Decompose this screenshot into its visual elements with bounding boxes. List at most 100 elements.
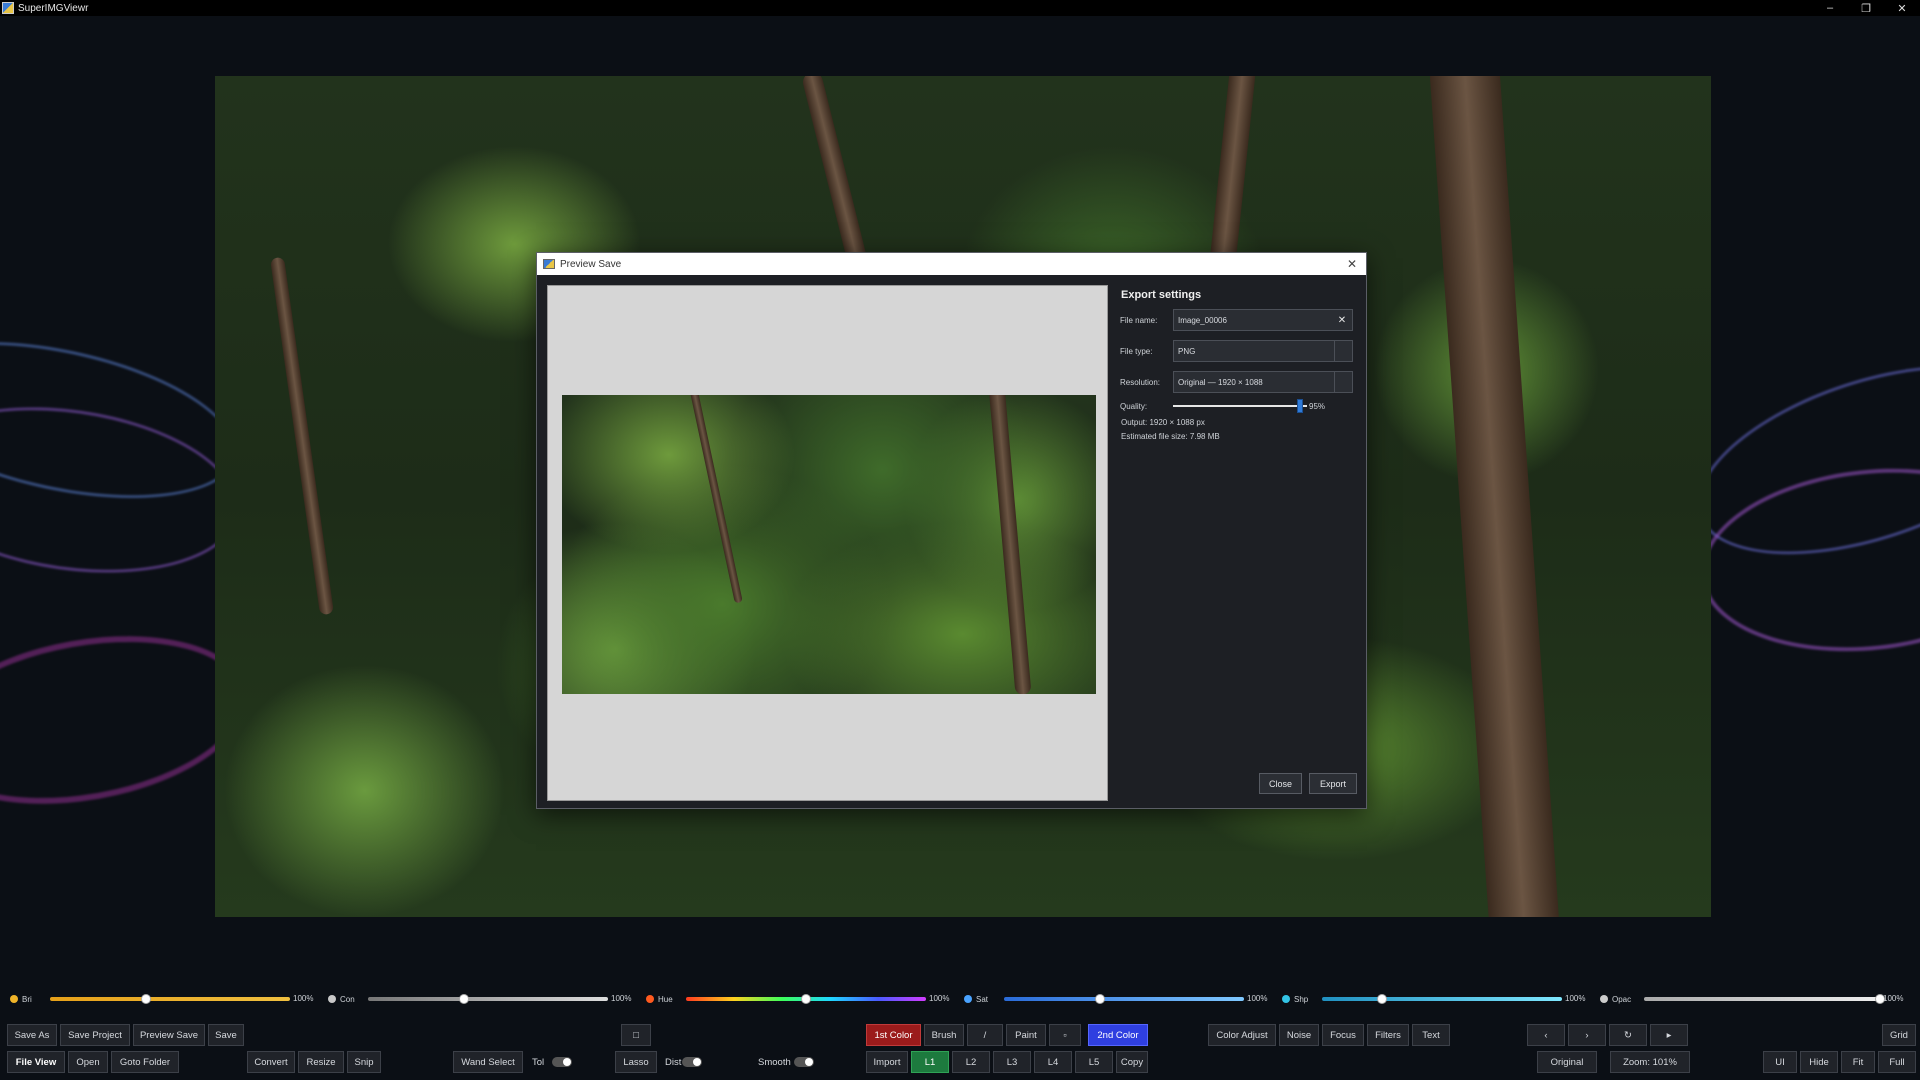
window-controls: – ❐ ✕ — [1812, 0, 1920, 16]
adjust-value: 100% — [293, 994, 314, 1003]
quality-slider[interactable] — [1173, 399, 1307, 413]
adjust-slider-track[interactable] — [368, 997, 608, 1001]
quality-slider-thumb[interactable] — [1297, 399, 1304, 413]
adjust-label: Shp — [1282, 995, 1308, 1004]
adjust-slider-track[interactable] — [1644, 997, 1880, 1001]
close-button[interactable]: Close — [1259, 773, 1302, 794]
app-icon — [2, 2, 14, 14]
preview-save-button[interactable]: Preview Save — [133, 1024, 205, 1046]
adjust-label-text: Shp — [1294, 994, 1309, 1004]
file-type-select[interactable]: PNG — [1173, 340, 1353, 362]
distance-toggle[interactable] — [682, 1057, 702, 1067]
quality-label: Quality: — [1120, 401, 1148, 411]
ui-toggle-button[interactable]: UI — [1763, 1051, 1797, 1073]
open-button[interactable]: Open — [68, 1051, 108, 1073]
adjust-label: Opac — [1600, 995, 1631, 1004]
next-image-icon[interactable]: › — [1568, 1024, 1606, 1046]
adjust-slider-thumb[interactable] — [141, 994, 151, 1004]
adjust-slider-thumb[interactable] — [459, 994, 469, 1004]
adjust-label: Sat — [964, 995, 988, 1004]
second-color-button[interactable]: 2nd Color — [1088, 1024, 1148, 1046]
lasso-button[interactable]: Lasso — [615, 1051, 657, 1073]
adjust-slider-track[interactable] — [1322, 997, 1562, 1001]
file-name-value: Image_00006 — [1178, 315, 1227, 325]
noise-button[interactable]: Noise — [1279, 1024, 1319, 1046]
original-size-button[interactable]: Original — [1537, 1051, 1597, 1073]
adjust-slider-thumb[interactable] — [801, 994, 811, 1004]
snip-button[interactable]: Snip — [347, 1051, 381, 1073]
full-screen-button[interactable]: Full — [1878, 1051, 1916, 1073]
save-project-button[interactable]: Save Project — [60, 1024, 130, 1046]
color-adjust-button[interactable]: Color Adjust — [1208, 1024, 1276, 1046]
tolerance-label: Tol — [532, 1056, 545, 1068]
zoom-level-display[interactable]: Zoom: 101% — [1610, 1051, 1690, 1073]
adjust-label-text: Opac — [1612, 994, 1632, 1004]
filters-button[interactable]: Filters — [1367, 1024, 1409, 1046]
layer-4-button[interactable]: L4 — [1034, 1051, 1072, 1073]
opacity-icon — [1600, 995, 1608, 1003]
file-name-label: File name: — [1120, 315, 1158, 325]
restore-button[interactable]: ❐ — [1848, 0, 1884, 16]
eraser-icon[interactable]: ▫ — [1049, 1024, 1081, 1046]
file-view-button[interactable]: File View — [7, 1051, 65, 1073]
play-slideshow-icon[interactable]: ▸ — [1650, 1024, 1688, 1046]
focus-button[interactable]: Focus — [1322, 1024, 1364, 1046]
text-button[interactable]: Text — [1412, 1024, 1450, 1046]
toggle-knob — [805, 1058, 813, 1066]
close-window-button[interactable]: ✕ — [1884, 0, 1920, 16]
file-name-row: File name: Image_00006 ✕ — [1120, 309, 1360, 331]
settings-title: Export settings — [1121, 289, 1202, 301]
copy-button[interactable]: Copy — [1116, 1051, 1148, 1073]
output-size-text: Output: 1920 × 1088 px — [1121, 418, 1205, 427]
adjust-slider-track[interactable] — [1004, 997, 1244, 1001]
layer-2-button[interactable]: L2 — [952, 1051, 990, 1073]
save-button[interactable]: Save — [208, 1024, 244, 1046]
rectangle-select-icon[interactable]: □ — [621, 1024, 651, 1046]
file-name-input[interactable]: Image_00006 ✕ — [1173, 309, 1353, 331]
layer-3-button[interactable]: L3 — [993, 1051, 1031, 1073]
import-button[interactable]: Import — [866, 1051, 908, 1073]
convert-button[interactable]: Convert — [247, 1051, 295, 1073]
adjust-slider-thumb[interactable] — [1095, 994, 1105, 1004]
hide-button[interactable]: Hide — [1800, 1051, 1838, 1073]
paint-button[interactable]: Paint — [1006, 1024, 1046, 1046]
dropdown-icon[interactable] — [1334, 372, 1352, 392]
contrast-icon — [328, 995, 336, 1003]
quality-row: Quality: 95% — [1120, 398, 1360, 414]
brush-button[interactable]: Brush — [924, 1024, 964, 1046]
save-as-button[interactable]: Save As — [7, 1024, 57, 1046]
dialog-icon — [543, 259, 555, 269]
dropdown-icon[interactable] — [1334, 341, 1352, 361]
adjust-value: 100% — [1247, 994, 1268, 1003]
distance-label: Dist — [665, 1056, 682, 1068]
rotate-icon[interactable]: ↻ — [1609, 1024, 1647, 1046]
first-color-button[interactable]: 1st Color — [866, 1024, 921, 1046]
adjust-label-text: Con — [340, 994, 355, 1004]
wand-select-button[interactable]: Wand Select — [453, 1051, 523, 1073]
dialog-titlebar: Preview Save — [537, 253, 1366, 275]
resize-button[interactable]: Resize — [298, 1051, 344, 1073]
resolution-select[interactable]: Original — 1920 × 1088 — [1173, 371, 1353, 393]
minimize-button[interactable]: – — [1812, 0, 1848, 16]
goto-folder-button[interactable]: Goto Folder — [111, 1051, 179, 1073]
export-button[interactable]: Export — [1309, 773, 1357, 794]
line-tool-icon[interactable]: / — [967, 1024, 1003, 1046]
adjust-label-text: Bri — [22, 994, 32, 1004]
smooth-toggle[interactable] — [794, 1057, 814, 1067]
grid-button[interactable]: Grid — [1882, 1024, 1916, 1046]
preview-image — [562, 395, 1096, 694]
layer-5-button[interactable]: L5 — [1075, 1051, 1113, 1073]
adjust-label: Bri — [10, 995, 32, 1004]
layer-1-button[interactable]: L1 — [911, 1051, 949, 1073]
adjust-opac: Opac 100% — [1600, 988, 1910, 1010]
dialog-close-icon[interactable]: ✕ — [1344, 256, 1360, 272]
adjust-slider-track[interactable] — [50, 997, 290, 1001]
clear-icon[interactable]: ✕ — [1336, 314, 1348, 326]
previous-image-icon[interactable]: ‹ — [1527, 1024, 1565, 1046]
tolerance-toggle[interactable] — [552, 1057, 572, 1067]
adjust-shp: Shp 100% — [1282, 988, 1592, 1010]
adjust-label: Con — [328, 995, 355, 1004]
adjust-slider-thumb[interactable] — [1377, 994, 1387, 1004]
file-type-value: PNG — [1178, 346, 1196, 356]
fit-button[interactable]: Fit — [1841, 1051, 1875, 1073]
